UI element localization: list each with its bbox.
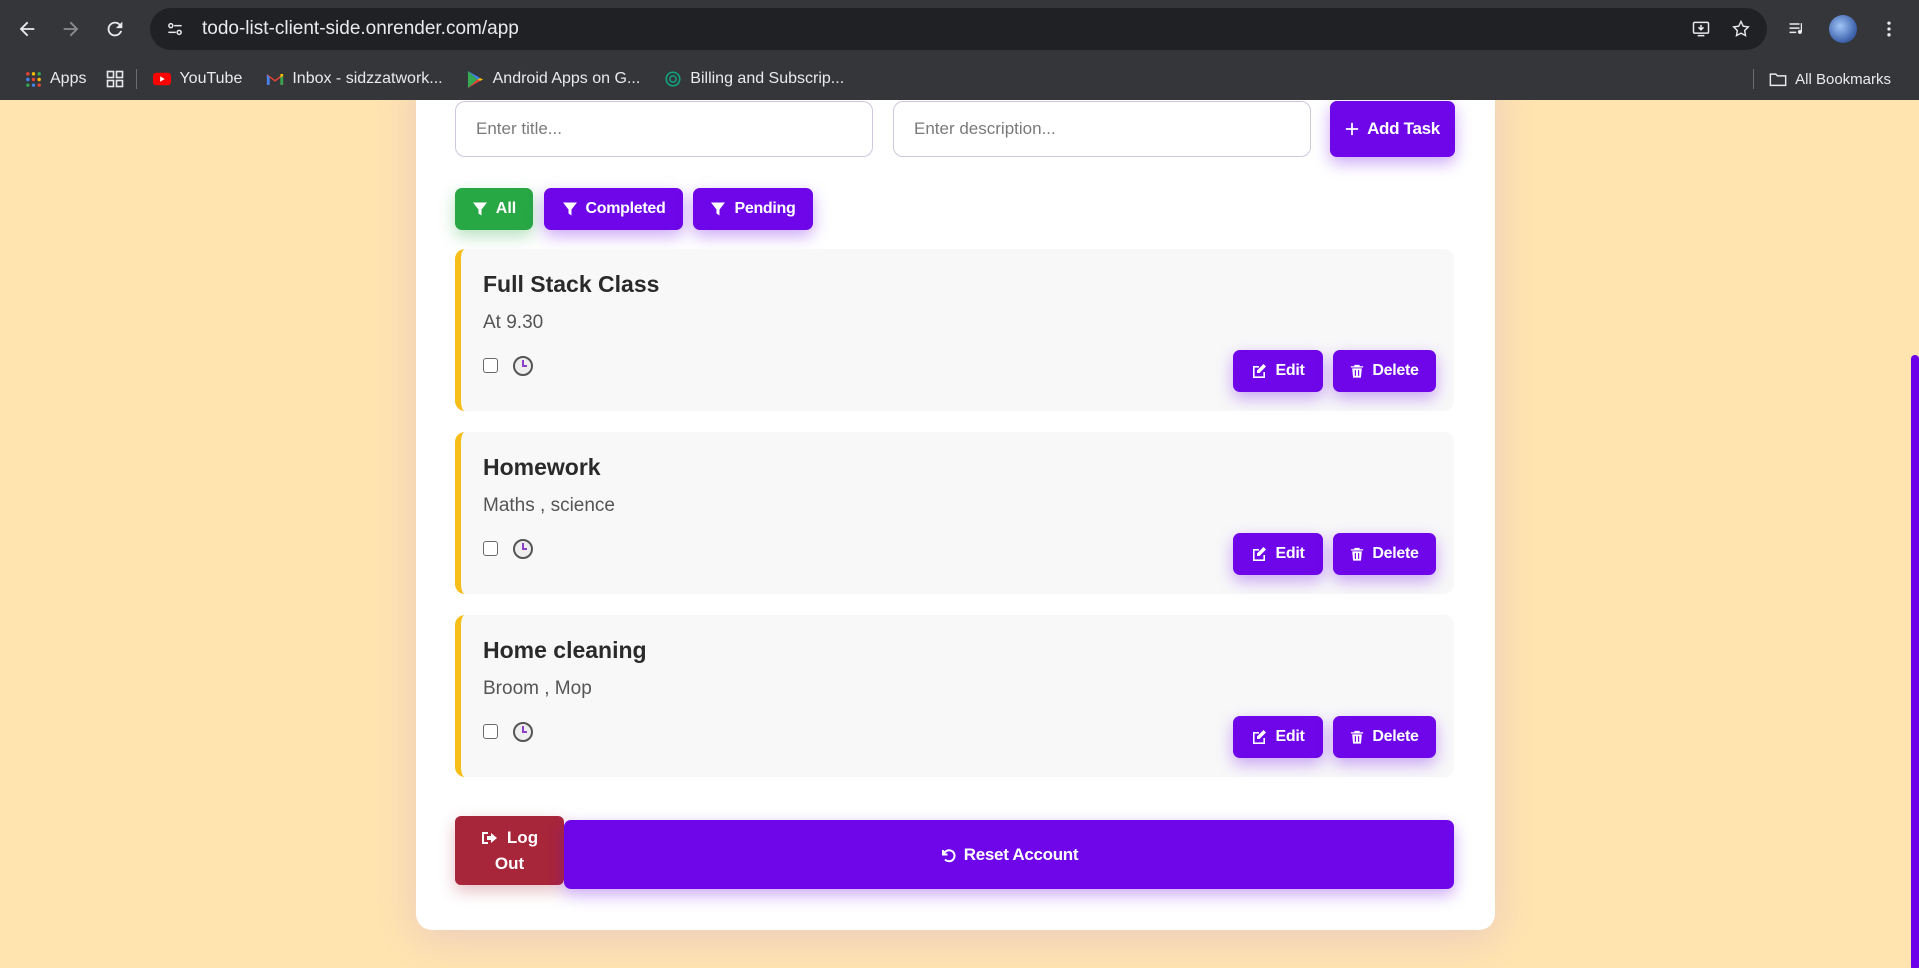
add-task-label: Add Task <box>1367 119 1440 138</box>
task-complete-checkbox[interactable] <box>483 724 498 739</box>
bookmark-google-play[interactable]: Android Apps on G... <box>455 63 653 95</box>
bookmark-label: All Bookmarks <box>1795 70 1891 88</box>
filter-label: All <box>495 200 517 217</box>
task-complete-checkbox[interactable] <box>483 541 498 556</box>
task-description: At 9.30 <box>483 312 544 333</box>
bookmark-star-icon[interactable] <box>1723 11 1759 47</box>
bookmark-label: Inbox - sidzzatwork... <box>292 70 443 87</box>
title-input[interactable] <box>455 101 873 157</box>
sign-out-icon <box>481 831 497 844</box>
delete-label: Delete <box>1372 728 1419 745</box>
delete-label: Delete <box>1372 362 1419 379</box>
trash-icon <box>1351 364 1364 378</box>
logout-label: Out <box>494 853 525 873</box>
task-title: Home cleaning <box>483 637 647 663</box>
avatar <box>1829 15 1857 43</box>
address-bar[interactable]: todo-list-client-side.onrender.com/app <box>150 8 1767 50</box>
site-settings-icon[interactable] <box>154 8 196 50</box>
task-item: Home cleaning Broom , Mop Edit Delete <box>455 615 1454 777</box>
google-play-icon <box>467 70 485 88</box>
reload-icon <box>107 21 123 37</box>
install-app-icon[interactable] <box>1683 11 1719 47</box>
filter-pending-button[interactable]: Pending <box>693 188 813 230</box>
task-item: Full Stack Class At 9.30 Edit Delete <box>455 249 1454 411</box>
youtube-icon <box>153 70 172 88</box>
filter-label: Pending <box>734 200 796 217</box>
reset-account-label: Reset Account <box>963 844 1079 864</box>
bookmark-label: YouTube <box>179 70 243 87</box>
reset-account-button[interactable]: Reset Account <box>564 820 1454 889</box>
back-button[interactable] <box>5 7 49 51</box>
scrollbar-thumb[interactable] <box>1911 355 1919 971</box>
kebab-menu-icon[interactable] <box>1869 9 1909 49</box>
media-controls-icon[interactable] <box>1777 9 1817 49</box>
browser-toolbar: todo-list-client-side.onrender.com/app <box>0 0 1919 58</box>
clock-icon <box>513 722 533 742</box>
arrow-left-icon <box>19 21 35 37</box>
bookmark-gmail[interactable]: Inbox - sidzzatwork... <box>254 63 454 95</box>
trash-icon <box>1351 730 1364 744</box>
profile-avatar[interactable] <box>1823 9 1863 49</box>
apps-grid-icon <box>24 70 42 88</box>
plus-icon <box>1345 122 1359 136</box>
bookmarks-bar: Apps YouTube Inbox - sidzzatwork... Andr… <box>0 58 1919 100</box>
delete-label: Delete <box>1372 545 1419 562</box>
trash-icon <box>1351 547 1364 561</box>
edit-icon <box>1253 364 1267 378</box>
arrow-right-icon <box>63 21 79 37</box>
url-text: todo-list-client-side.onrender.com/app <box>202 18 519 39</box>
openai-icon <box>664 70 682 88</box>
tab-groups-button[interactable] <box>98 63 132 95</box>
bookmarks-divider <box>1753 69 1754 89</box>
delete-task-button[interactable]: Delete <box>1333 350 1436 392</box>
edit-icon <box>1253 547 1267 561</box>
filter-icon <box>711 202 726 216</box>
filter-icon <box>562 202 577 216</box>
undo-icon <box>941 848 956 862</box>
gmail-icon <box>266 70 284 88</box>
filter-label: Completed <box>585 200 666 217</box>
filter-icon <box>472 202 487 216</box>
edit-task-button[interactable]: Edit <box>1233 350 1323 392</box>
logout-button[interactable]: Log Out <box>455 816 564 885</box>
reload-button[interactable] <box>93 7 137 51</box>
description-input[interactable] <box>893 101 1311 157</box>
all-bookmarks-button[interactable]: All Bookmarks <box>1757 63 1903 95</box>
clock-icon <box>513 539 533 559</box>
bookmark-billing[interactable]: Billing and Subscrip... <box>652 63 856 95</box>
edit-label: Edit <box>1275 728 1305 745</box>
edit-icon <box>1253 730 1267 744</box>
tab-grid-icon <box>106 70 124 88</box>
page-viewport: Add Task All Completed Pending Full Stac… <box>0 100 1910 971</box>
forward-button[interactable] <box>49 7 93 51</box>
task-description: Maths , science <box>483 495 615 516</box>
bookmark-youtube[interactable]: YouTube <box>141 63 254 95</box>
clock-icon <box>513 356 533 376</box>
browser-chrome: todo-list-client-side.onrender.com/app A… <box>0 0 1919 100</box>
add-task-button[interactable]: Add Task <box>1330 101 1455 157</box>
task-title: Homework <box>483 454 601 480</box>
edit-label: Edit <box>1275 362 1305 379</box>
task-complete-checkbox[interactable] <box>483 358 498 373</box>
edit-task-button[interactable]: Edit <box>1233 716 1323 758</box>
task-description: Broom , Mop <box>483 678 592 699</box>
delete-task-button[interactable]: Delete <box>1333 533 1436 575</box>
edit-task-button[interactable]: Edit <box>1233 533 1323 575</box>
filter-all-button[interactable]: All <box>455 188 533 230</box>
delete-task-button[interactable]: Delete <box>1333 716 1436 758</box>
task-title: Full Stack Class <box>483 271 660 297</box>
edit-label: Edit <box>1275 545 1305 562</box>
bookmark-label: Billing and Subscrip... <box>690 70 845 87</box>
logout-label: Log <box>506 827 539 847</box>
folder-icon <box>1769 70 1787 88</box>
bookmark-label: Apps <box>50 70 87 87</box>
bookmarks-divider <box>136 69 138 89</box>
bookmark-label: Android Apps on G... <box>492 70 641 87</box>
task-item: Homework Maths , science Edit Delete <box>455 432 1454 594</box>
filter-completed-button[interactable]: Completed <box>544 188 683 230</box>
bookmark-apps[interactable]: Apps <box>12 63 98 95</box>
